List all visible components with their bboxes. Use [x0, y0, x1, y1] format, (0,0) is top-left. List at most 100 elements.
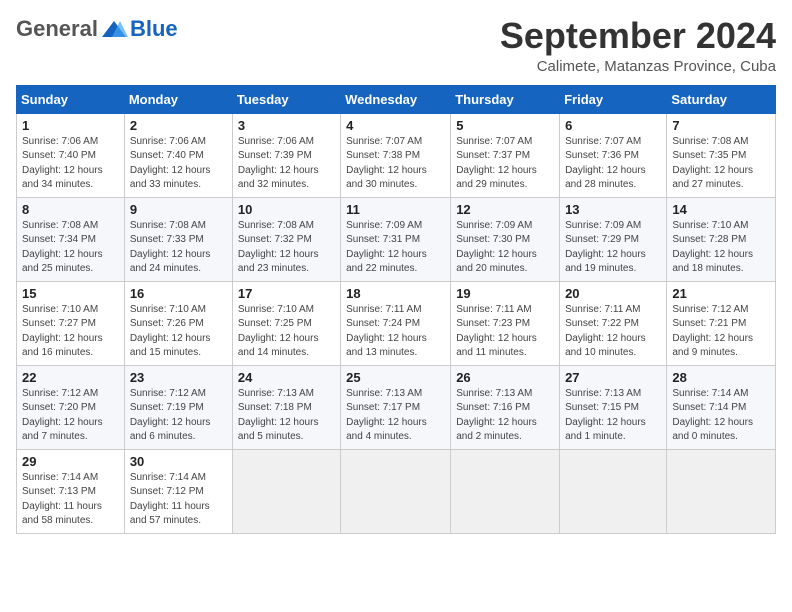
day-of-week-header: Wednesday: [341, 85, 451, 113]
calendar-day-cell: [232, 449, 340, 533]
day-number: 25: [346, 370, 445, 385]
calendar-header-row: SundayMondayTuesdayWednesdayThursdayFrid…: [17, 85, 776, 113]
day-number: 2: [130, 118, 227, 133]
logo-icon: [100, 19, 128, 39]
day-number: 11: [346, 202, 445, 217]
calendar-day-cell: 24 Sunrise: 7:13 AM Sunset: 7:18 PM Dayli…: [232, 365, 340, 449]
day-info: Sunrise: 7:07 AM Sunset: 7:37 PM Dayligh…: [456, 135, 554, 193]
calendar-day-cell: 20 Sunrise: 7:11 AM Sunset: 7:22 PM Dayli…: [560, 281, 667, 365]
day-number: 16: [130, 286, 227, 301]
day-number: 14: [672, 202, 770, 217]
day-info: Sunrise: 7:07 AM Sunset: 7:38 PM Dayligh…: [346, 135, 445, 193]
calendar-day-cell: 17 Sunrise: 7:10 AM Sunset: 7:25 PM Dayli…: [232, 281, 340, 365]
day-info: Sunrise: 7:14 AM Sunset: 7:14 PM Dayligh…: [672, 387, 770, 445]
calendar-day-cell: 27 Sunrise: 7:13 AM Sunset: 7:15 PM Dayli…: [560, 365, 667, 449]
day-info: Sunrise: 7:14 AM Sunset: 7:12 PM Dayligh…: [130, 471, 227, 529]
day-of-week-header: Monday: [124, 85, 232, 113]
day-info: Sunrise: 7:08 AM Sunset: 7:34 PM Dayligh…: [22, 219, 119, 277]
calendar-day-cell: 2 Sunrise: 7:06 AM Sunset: 7:40 PM Daylig…: [124, 113, 232, 197]
calendar-week-row: 15 Sunrise: 7:10 AM Sunset: 7:27 PM Dayli…: [17, 281, 776, 365]
day-of-week-header: Sunday: [17, 85, 125, 113]
calendar-day-cell: 12 Sunrise: 7:09 AM Sunset: 7:30 PM Dayli…: [451, 197, 560, 281]
day-of-week-header: Friday: [560, 85, 667, 113]
calendar-day-cell: 22 Sunrise: 7:12 AM Sunset: 7:20 PM Dayli…: [17, 365, 125, 449]
calendar-week-row: 1 Sunrise: 7:06 AM Sunset: 7:40 PM Daylig…: [17, 113, 776, 197]
day-info: Sunrise: 7:10 AM Sunset: 7:27 PM Dayligh…: [22, 303, 119, 361]
day-number: 23: [130, 370, 227, 385]
day-number: 15: [22, 286, 119, 301]
calendar-day-cell: 7Sunrise: 7:08 AM Sunset: 7:35 PM Daylig…: [667, 113, 776, 197]
day-number: 18: [346, 286, 445, 301]
day-number: 21: [672, 286, 770, 301]
title-block: September 2024 Calimete, Matanzas Provin…: [500, 16, 776, 75]
calendar-day-cell: 3 Sunrise: 7:06 AM Sunset: 7:39 PM Daylig…: [232, 113, 340, 197]
calendar-week-row: 22 Sunrise: 7:12 AM Sunset: 7:20 PM Dayli…: [17, 365, 776, 449]
calendar-day-cell: 28 Sunrise: 7:14 AM Sunset: 7:14 PM Dayli…: [667, 365, 776, 449]
day-number: 24: [238, 370, 335, 385]
calendar-day-cell: 29 Sunrise: 7:14 AM Sunset: 7:13 PM Dayli…: [17, 449, 125, 533]
day-info: Sunrise: 7:06 AM Sunset: 7:39 PM Dayligh…: [238, 135, 335, 193]
calendar-week-row: 29 Sunrise: 7:14 AM Sunset: 7:13 PM Dayli…: [17, 449, 776, 533]
day-of-week-header: Tuesday: [232, 85, 340, 113]
day-info: Sunrise: 7:11 AM Sunset: 7:23 PM Dayligh…: [456, 303, 554, 361]
calendar-day-cell: 6Sunrise: 7:07 AM Sunset: 7:36 PM Daylig…: [560, 113, 667, 197]
day-number: 8: [22, 202, 119, 217]
day-info: Sunrise: 7:06 AM Sunset: 7:40 PM Dayligh…: [130, 135, 227, 193]
location: Calimete, Matanzas Province, Cuba: [500, 58, 776, 75]
logo: General Blue: [16, 16, 178, 42]
page-header: General Blue September 2024 Calimete, Ma…: [16, 16, 776, 75]
day-info: Sunrise: 7:13 AM Sunset: 7:15 PM Dayligh…: [565, 387, 661, 445]
calendar-day-cell: 23Sunrise: 7:12 AM Sunset: 7:19 PM Dayli…: [124, 365, 232, 449]
day-of-week-header: Saturday: [667, 85, 776, 113]
day-info: Sunrise: 7:10 AM Sunset: 7:28 PM Dayligh…: [672, 219, 770, 277]
calendar-day-cell: [341, 449, 451, 533]
day-info: Sunrise: 7:11 AM Sunset: 7:24 PM Dayligh…: [346, 303, 445, 361]
day-number: 17: [238, 286, 335, 301]
day-number: 28: [672, 370, 770, 385]
day-number: 5: [456, 118, 554, 133]
day-number: 12: [456, 202, 554, 217]
calendar-day-cell: [667, 449, 776, 533]
day-number: 27: [565, 370, 661, 385]
day-info: Sunrise: 7:08 AM Sunset: 7:35 PM Dayligh…: [672, 135, 770, 193]
day-info: Sunrise: 7:09 AM Sunset: 7:31 PM Dayligh…: [346, 219, 445, 277]
day-number: 29: [22, 454, 119, 469]
calendar-day-cell: 8 Sunrise: 7:08 AM Sunset: 7:34 PM Daylig…: [17, 197, 125, 281]
calendar-day-cell: 26 Sunrise: 7:13 AM Sunset: 7:16 PM Dayli…: [451, 365, 560, 449]
day-info: Sunrise: 7:13 AM Sunset: 7:18 PM Dayligh…: [238, 387, 335, 445]
day-number: 13: [565, 202, 661, 217]
day-number: 3: [238, 118, 335, 133]
calendar-day-cell: 5 Sunrise: 7:07 AM Sunset: 7:37 PM Daylig…: [451, 113, 560, 197]
day-number: 22: [22, 370, 119, 385]
day-info: Sunrise: 7:13 AM Sunset: 7:17 PM Dayligh…: [346, 387, 445, 445]
month-title: September 2024: [500, 16, 776, 56]
logo-blue: Blue: [130, 16, 178, 42]
calendar-week-row: 8 Sunrise: 7:08 AM Sunset: 7:34 PM Daylig…: [17, 197, 776, 281]
calendar-day-cell: 19Sunrise: 7:11 AM Sunset: 7:23 PM Dayli…: [451, 281, 560, 365]
day-of-week-header: Thursday: [451, 85, 560, 113]
calendar-day-cell: 16Sunrise: 7:10 AM Sunset: 7:26 PM Dayli…: [124, 281, 232, 365]
day-info: Sunrise: 7:08 AM Sunset: 7:32 PM Dayligh…: [238, 219, 335, 277]
calendar-day-cell: 25 Sunrise: 7:13 AM Sunset: 7:17 PM Dayli…: [341, 365, 451, 449]
day-info: Sunrise: 7:12 AM Sunset: 7:21 PM Dayligh…: [672, 303, 770, 361]
day-number: 26: [456, 370, 554, 385]
day-info: Sunrise: 7:10 AM Sunset: 7:25 PM Dayligh…: [238, 303, 335, 361]
day-number: 20: [565, 286, 661, 301]
day-info: Sunrise: 7:09 AM Sunset: 7:30 PM Dayligh…: [456, 219, 554, 277]
day-number: 1: [22, 118, 119, 133]
day-info: Sunrise: 7:11 AM Sunset: 7:22 PM Dayligh…: [565, 303, 661, 361]
day-info: Sunrise: 7:14 AM Sunset: 7:13 PM Dayligh…: [22, 471, 119, 529]
calendar-day-cell: 10Sunrise: 7:08 AM Sunset: 7:32 PM Dayli…: [232, 197, 340, 281]
day-info: Sunrise: 7:12 AM Sunset: 7:20 PM Dayligh…: [22, 387, 119, 445]
calendar-day-cell: 18 Sunrise: 7:11 AM Sunset: 7:24 PM Dayli…: [341, 281, 451, 365]
calendar-day-cell: [451, 449, 560, 533]
calendar-day-cell: 1Sunrise: 7:06 AM Sunset: 7:40 PM Daylig…: [17, 113, 125, 197]
calendar-day-cell: 4 Sunrise: 7:07 AM Sunset: 7:38 PM Daylig…: [341, 113, 451, 197]
day-info: Sunrise: 7:08 AM Sunset: 7:33 PM Dayligh…: [130, 219, 227, 277]
day-number: 4: [346, 118, 445, 133]
day-info: Sunrise: 7:13 AM Sunset: 7:16 PM Dayligh…: [456, 387, 554, 445]
day-number: 30: [130, 454, 227, 469]
calendar-day-cell: 9Sunrise: 7:08 AM Sunset: 7:33 PM Daylig…: [124, 197, 232, 281]
day-info: Sunrise: 7:09 AM Sunset: 7:29 PM Dayligh…: [565, 219, 661, 277]
calendar-day-cell: 13 Sunrise: 7:09 AM Sunset: 7:29 PM Dayli…: [560, 197, 667, 281]
